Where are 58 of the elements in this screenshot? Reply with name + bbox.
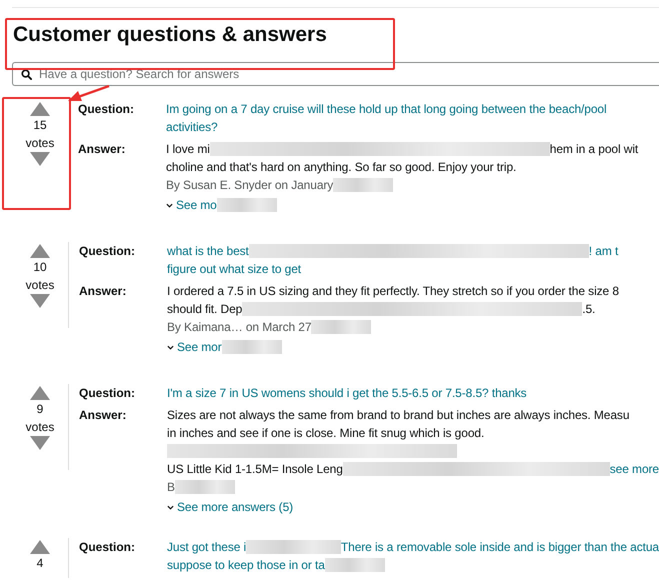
question-link[interactable]: There is a removable sole inside and is bigger than the actua xyxy=(340,538,659,556)
upvote-icon[interactable] xyxy=(30,386,50,400)
see-more-link[interactable]: See mor xyxy=(177,338,222,356)
answer-text: should fit. Dep xyxy=(167,301,242,318)
question-label: Question: xyxy=(79,385,136,402)
answer-text: .5. xyxy=(582,301,596,318)
answer-text: US Little Kid 1-1.5M= Insole Leng xyxy=(167,461,343,478)
search-icon xyxy=(21,69,32,80)
blurred-text xyxy=(222,340,282,354)
question-link[interactable]: I'm a size 7 in US womens should i get the 5.5-6.5 or 7.5-8.5? thanks xyxy=(167,384,527,402)
blurred-text xyxy=(216,198,277,212)
question-link[interactable]: suppose to keep those in or ta xyxy=(167,556,325,574)
question-link[interactable]: what is the best xyxy=(167,242,249,260)
author-byline: By Kaimana… on March 27 xyxy=(167,319,312,336)
answer-text: I love mi xyxy=(166,141,210,158)
chevron-down-icon xyxy=(166,202,173,208)
blurred-text xyxy=(311,320,372,334)
answer-label: Answer: xyxy=(79,283,128,300)
votes-label: votes xyxy=(26,135,54,152)
author-byline: B xyxy=(167,479,175,496)
question-link[interactable]: Im going on a 7 day cruise will these hold up that long going between the beach/pool xyxy=(166,100,607,118)
vote-count: 4 xyxy=(36,555,44,572)
upvote-icon[interactable] xyxy=(30,244,50,258)
answer-text: Sizes are not always the same from brand to brand but inches are always inches. Measu xyxy=(167,407,630,424)
vote-count: 15 xyxy=(33,117,47,134)
chevron-down-icon xyxy=(167,504,174,510)
upvote-icon[interactable] xyxy=(30,540,50,554)
vote-count: 10 xyxy=(33,259,47,276)
see-more-link[interactable]: see more xyxy=(610,460,659,478)
answer-label: Answer: xyxy=(78,141,126,158)
author-byline: By Susan E. Snyder on January xyxy=(166,177,334,194)
downvote-icon[interactable] xyxy=(30,294,50,308)
blurred-text xyxy=(324,558,385,572)
chevron-down-icon xyxy=(167,344,174,350)
question-label: Question: xyxy=(79,539,136,556)
answer-text: I ordered a 7.5 in US sizing and they fit perfectly. They stretch so if you order the size 8 xyxy=(167,283,619,300)
votes-label: votes xyxy=(26,419,54,436)
question-label: Question: xyxy=(79,243,136,260)
question-link[interactable]: figure out what size to get xyxy=(167,260,302,278)
vote-count: 9 xyxy=(36,401,44,418)
votes-label: votes xyxy=(26,277,54,294)
blurred-text xyxy=(174,480,235,494)
downvote-icon[interactable] xyxy=(30,152,50,166)
question-link[interactable]: ! am t xyxy=(588,242,618,260)
question-link[interactable]: activities? xyxy=(166,118,218,136)
search-field[interactable]: Have a question? Search for answers xyxy=(12,62,659,86)
see-more-link[interactable]: See more answers (5) xyxy=(177,498,294,516)
question-label: Question: xyxy=(78,101,135,118)
answer-text: in inches and see if one is close. Mine fit snug which is good. xyxy=(167,425,484,442)
answer-text: hem in a pool wit xyxy=(550,141,638,158)
see-more-link[interactable]: See mo xyxy=(176,196,217,214)
section-title: Customer questions & answers xyxy=(13,22,327,48)
upvote-icon[interactable] xyxy=(30,102,50,116)
answer-text: choline and that's hard on anything. So far so good. Enjoy your trip. xyxy=(166,159,516,176)
downvote-icon[interactable] xyxy=(30,436,50,450)
question-link[interactable]: Just got these i xyxy=(167,538,246,556)
blurred-text xyxy=(333,178,394,192)
answer-label: Answer: xyxy=(79,407,128,424)
